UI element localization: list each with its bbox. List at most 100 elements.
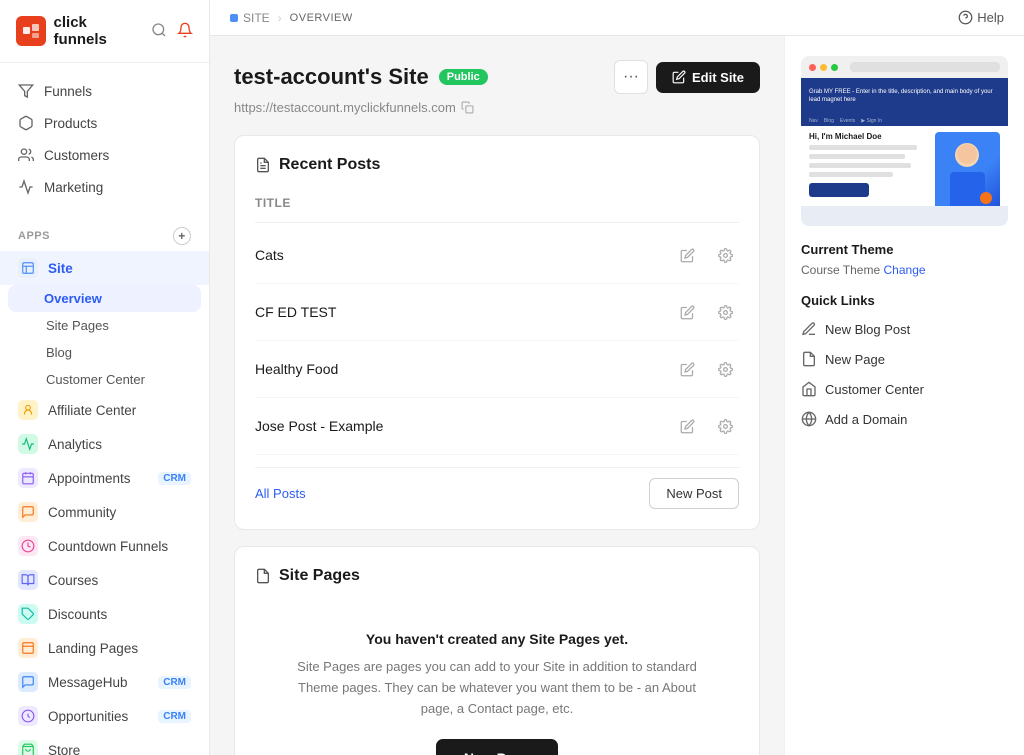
recent-posts-card: Recent Posts Title Cats CF ED TEST (234, 135, 760, 530)
change-theme-link[interactable]: Change (884, 263, 926, 277)
apps-add-button[interactable]: + (173, 227, 191, 245)
preview-body: Hi, I'm Michael Doe (801, 126, 1008, 206)
edit-post-0-button[interactable] (673, 241, 701, 269)
preview-banner-text: Grab MY FREE - Enter in the title, descr… (809, 89, 1000, 105)
sidebar: click funnels Funnels Products Customers… (0, 0, 210, 755)
post-actions (673, 298, 739, 326)
public-badge: Public (439, 69, 488, 85)
edit-post-1-button[interactable] (673, 298, 701, 326)
preview-nav: NavBlogEvents▶ Sign In (801, 116, 1008, 126)
sidebar-item-community[interactable]: Community (0, 495, 209, 529)
site-label: Site (48, 261, 73, 276)
browser-bar (801, 56, 1008, 78)
sidebar-item-marketing[interactable]: Marketing (0, 171, 209, 203)
funnels-label: Funnels (44, 84, 92, 99)
sidebar-item-landing-pages[interactable]: Landing Pages (0, 631, 209, 665)
post-name: CF ED TEST (255, 304, 336, 320)
table-header: Title (255, 190, 739, 223)
content-area: test-account's Site Public ··· Edit Site… (210, 36, 1024, 755)
post-actions (673, 412, 739, 440)
customers-label: Customers (44, 148, 109, 163)
topbar: SITE › OVERVIEW Help (210, 0, 1024, 36)
empty-title: You haven't created any Site Pages yet. (295, 631, 699, 647)
site-pages-title: Site Pages (255, 567, 739, 585)
edit-site-label: Edit Site (692, 70, 744, 85)
apps-header: APPS + (0, 221, 209, 251)
sidebar-item-courses[interactable]: Courses (0, 563, 209, 597)
empty-desc: Site Pages are pages you can add to your… (295, 657, 699, 719)
breadcrumb-current: OVERVIEW (290, 12, 353, 24)
site-preview: Grab MY FREE - Enter in the title, descr… (801, 56, 1008, 226)
post-row: CF ED TEST (255, 284, 739, 341)
preview-person-image (935, 132, 1000, 206)
site-pages-card: Site Pages You haven't created any Site … (234, 546, 760, 755)
posts-icon (255, 157, 271, 173)
post-actions (673, 241, 739, 269)
sidebar-item-opportunities[interactable]: Opportunities CRM (0, 699, 209, 733)
new-page-button[interactable]: New Page (436, 739, 558, 755)
current-theme-label: Current Theme (801, 242, 1008, 257)
sidebar-item-messagehub[interactable]: MessageHub CRM (0, 665, 209, 699)
edit-site-button[interactable]: Edit Site (656, 62, 760, 93)
page-url: https://testaccount.myclickfunnels.com (234, 100, 760, 115)
page-header: test-account's Site Public ··· Edit Site (234, 60, 760, 94)
page-title-row: test-account's Site Public (234, 64, 488, 90)
sidebar-item-site[interactable]: Site (0, 251, 209, 285)
theme-name-row: Course Theme Change (801, 263, 1008, 277)
new-post-button[interactable]: New Post (649, 478, 739, 509)
sidebar-item-funnels[interactable]: Funnels (0, 75, 209, 107)
main-area: SITE › OVERVIEW Help test-account's Site… (210, 0, 1024, 755)
card-footer: All Posts New Post (255, 467, 739, 509)
subnav-site-pages[interactable]: Site Pages (0, 312, 209, 339)
sidebar-item-affiliate-center[interactable]: Affiliate Center (0, 393, 209, 427)
sidebar-item-store[interactable]: Store (0, 733, 209, 755)
settings-post-3-button[interactable] (711, 412, 739, 440)
sidebar-item-discounts[interactable]: Discounts (0, 597, 209, 631)
subnav-overview[interactable]: Overview (8, 285, 201, 312)
logo-text: click funnels (54, 14, 143, 48)
crm-badge-opportunities: CRM (158, 710, 191, 723)
subnav-customer-center[interactable]: Customer Center (0, 366, 209, 393)
preview-banner: Grab MY FREE - Enter in the title, descr… (801, 78, 1008, 116)
page-title: test-account's Site (234, 64, 429, 90)
storefront-icon (801, 381, 817, 397)
sidebar-item-analytics[interactable]: Analytics (0, 427, 209, 461)
sidebar-item-appointments[interactable]: Appointments CRM (0, 461, 209, 495)
site-pages-icon (255, 568, 271, 584)
sidebar-item-countdown-funnels[interactable]: Countdown Funnels (0, 529, 209, 563)
post-name: Healthy Food (255, 361, 338, 377)
settings-post-2-button[interactable] (711, 355, 739, 383)
quick-link-new-blog-post[interactable]: New Blog Post (801, 314, 1008, 344)
notification-icon[interactable] (177, 22, 193, 41)
preview-text: Hi, I'm Michael Doe (809, 132, 929, 200)
quick-link-customer-center[interactable]: Customer Center (801, 374, 1008, 404)
post-actions (673, 355, 739, 383)
quick-links-label: Quick Links (801, 293, 1008, 308)
search-icon[interactable] (151, 22, 167, 41)
crm-badge-appointments: CRM (158, 472, 191, 485)
post-name: Jose Post - Example (255, 418, 383, 434)
post-row: Healthy Food (255, 341, 739, 398)
apps-label: APPS (18, 230, 50, 242)
more-options-button[interactable]: ··· (614, 60, 648, 94)
all-posts-link[interactable]: All Posts (255, 486, 306, 501)
edit-post-3-button[interactable] (673, 412, 701, 440)
sidebar-item-products[interactable]: Products (0, 107, 209, 139)
settings-post-0-button[interactable] (711, 241, 739, 269)
sidebar-item-customers[interactable]: Customers (0, 139, 209, 171)
edit-post-2-button[interactable] (673, 355, 701, 383)
post-row: Cats (255, 227, 739, 284)
quick-link-new-page[interactable]: New Page (801, 344, 1008, 374)
empty-state: You haven't created any Site Pages yet. … (255, 601, 739, 755)
globe-icon (801, 411, 817, 427)
help-button[interactable]: Help (958, 10, 1004, 25)
logo-area: click funnels (0, 0, 209, 63)
products-label: Products (44, 116, 97, 131)
marketing-label: Marketing (44, 180, 103, 195)
quick-link-add-domain[interactable]: Add a Domain (801, 404, 1008, 434)
post-row: Jose Post - Example (255, 398, 739, 455)
breadcrumb-separator: › (278, 11, 282, 25)
copy-icon[interactable] (461, 101, 474, 114)
subnav-blog[interactable]: Blog (0, 339, 209, 366)
settings-post-1-button[interactable] (711, 298, 739, 326)
